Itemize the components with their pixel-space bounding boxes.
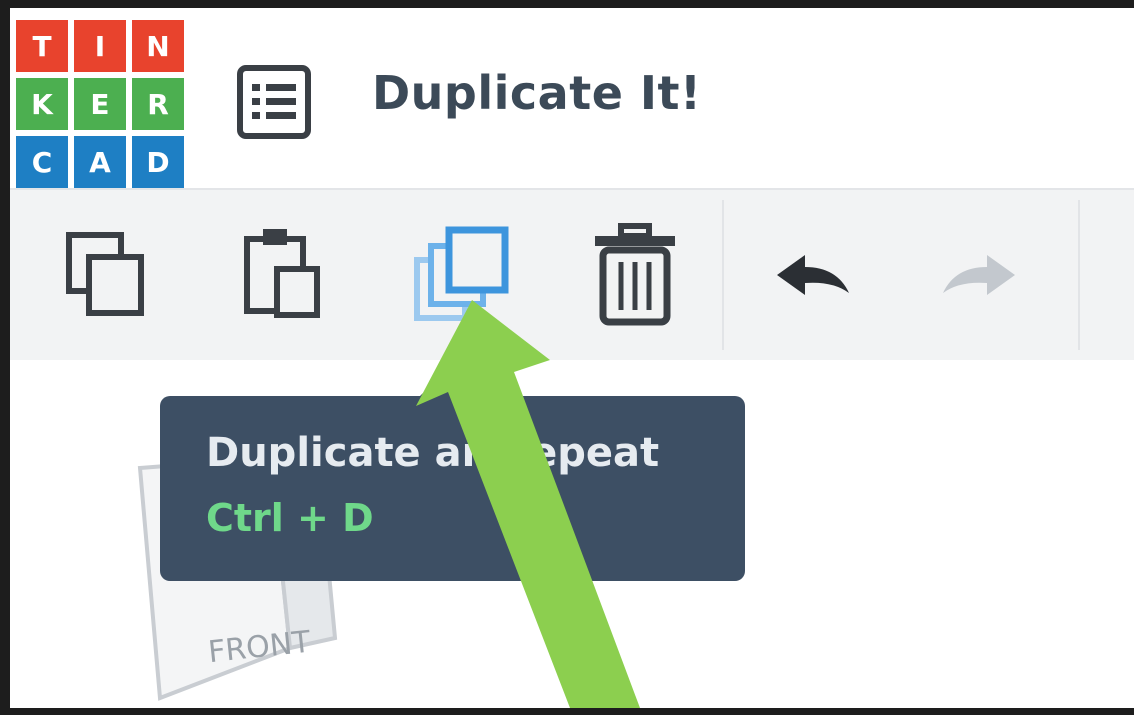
app-window: T I N K E R C A D Duplicate It! FRONT Du… — [10, 8, 1134, 708]
pointer-arrow-icon — [416, 300, 640, 708]
